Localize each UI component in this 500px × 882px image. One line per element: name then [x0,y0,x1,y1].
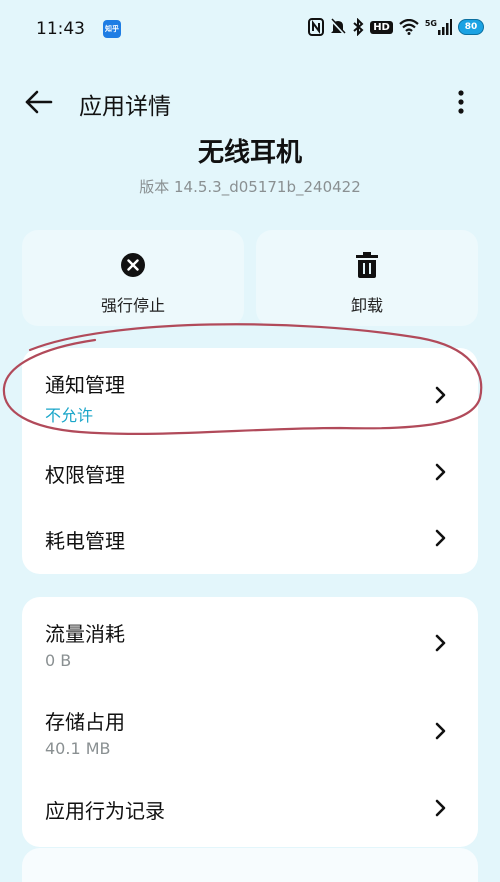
chevron-right-icon [435,634,446,652]
chevron-right-icon [435,386,446,404]
hd-icon: HD [370,20,393,34]
network-type-label: 5G [424,19,437,28]
app-name: 无线耳机 [197,138,302,168]
force-stop-button[interactable]: 强行停止 [22,230,244,326]
app-version: 版本 14.5.3_d05171b_240422 [139,178,361,196]
row-title: 通知管理 [45,373,125,397]
row-title: 存储占用 [45,710,125,734]
header: 应用详情 [0,78,500,126]
row-title: 流量消耗 [45,622,125,646]
uninstall-label: 卸载 [350,296,383,315]
settings-item-notifications[interactable]: 通知管理 不允许 [22,348,478,440]
battery-icon: 80 [458,19,484,35]
status-time: 11:43 [36,19,85,39]
settings-item-permissions[interactable]: 权限管理 [22,440,478,506]
page-title: 应用详情 [79,94,171,120]
bluetooth-icon [353,18,364,36]
row-title: 耗电管理 [45,529,125,553]
row-subtitle: 不允许 [45,406,94,425]
nfc-icon [308,18,325,36]
mute-icon [330,18,346,36]
settings-item-storage[interactable]: 存储占用 40.1 MB [22,687,478,775]
row-title: 权限管理 [45,463,125,487]
signal-5g-icon: 5G [425,19,452,35]
trash-icon [356,252,378,278]
arrow-left-icon [25,90,53,114]
chevron-right-icon [435,722,446,740]
close-circle-icon [121,253,145,277]
chevron-right-icon [435,529,446,547]
zhihu-notification-icon: 知乎 [103,20,121,38]
row-subtitle: 0 B [45,651,72,670]
settings-item-data-usage[interactable]: 流量消耗 0 B [22,597,478,687]
wifi-icon [399,19,419,35]
row-subtitle: 40.1 MB [45,739,111,758]
next-card-edge [22,848,478,882]
chevron-right-icon [435,463,446,481]
status-icons: HD 5G 80 [308,18,484,36]
uninstall-button[interactable]: 卸载 [256,230,478,326]
row-title: 应用行为记录 [45,799,165,823]
force-stop-label: 强行停止 [100,296,165,315]
chevron-right-icon [435,799,446,817]
settings-card-2: 流量消耗 0 B 存储占用 40.1 MB 应用行为记录 [22,597,478,847]
settings-card-1: 通知管理 不允许 权限管理 耗电管理 [22,348,478,574]
back-button[interactable] [24,88,54,116]
more-options-button[interactable] [450,88,472,116]
settings-item-battery[interactable]: 耗电管理 [22,506,478,574]
settings-item-behavior-log[interactable]: 应用行为记录 [22,775,478,847]
more-vert-icon [458,90,464,114]
